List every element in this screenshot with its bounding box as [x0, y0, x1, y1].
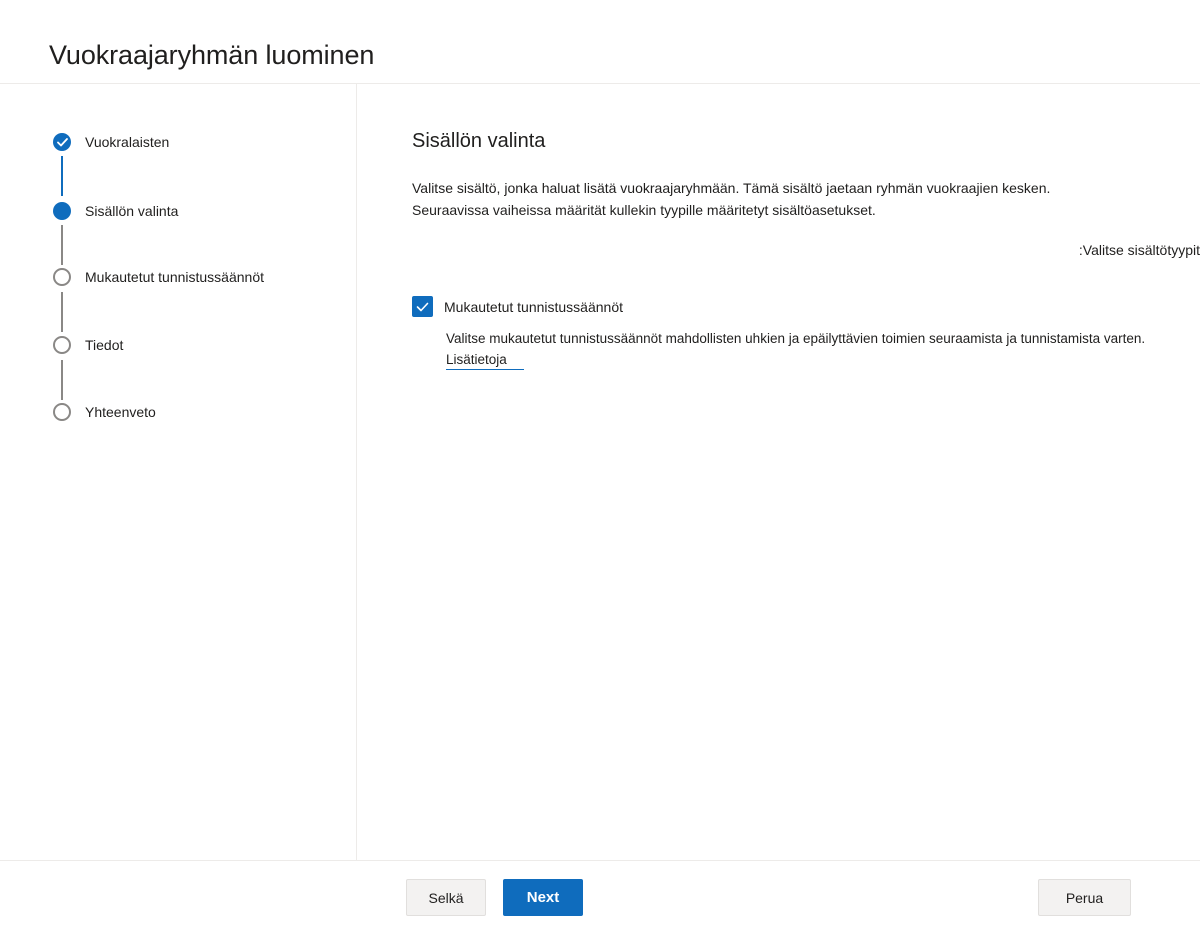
- step-pending-icon: [53, 336, 71, 354]
- option-description: Valitse mukautetut tunnistussäännöt mahd…: [446, 331, 1146, 346]
- step-current-icon: [53, 202, 71, 220]
- step-pending-icon: [53, 268, 71, 286]
- section-description: Valitse sisältö, jonka haluat lisätä vuo…: [412, 180, 1051, 218]
- step-label: Yhteenveto: [85, 404, 156, 420]
- step-label: Tiedot: [85, 337, 124, 353]
- cancel-button[interactable]: Perua: [1038, 879, 1131, 916]
- step-summary[interactable]: Yhteenveto: [53, 403, 156, 421]
- step-pending-icon: [53, 403, 71, 421]
- learn-more-link[interactable]: Lisätietoja: [446, 352, 524, 370]
- wizard-stepper: Vuokralaisten Sisällön valinta Mukautetu…: [0, 0, 356, 860]
- step-connector-2: [61, 225, 63, 265]
- left-panel-divider: [356, 84, 357, 860]
- checkmark-icon: [56, 137, 68, 146]
- custom-detection-rules-checkbox[interactable]: [412, 296, 433, 317]
- step-tenants[interactable]: Vuokralaisten: [53, 133, 169, 151]
- step-label: Mukautetut tunnistussäännöt: [85, 269, 265, 285]
- step-connector-3: [61, 292, 63, 332]
- checkbox-label: Mukautetut tunnistussäännöt: [444, 298, 624, 315]
- step-completed-icon: [53, 133, 71, 151]
- step-custom-detection-rules[interactable]: Mukautetut tunnistussäännöt: [53, 268, 264, 286]
- step-details[interactable]: Tiedot: [53, 336, 123, 354]
- checkmark-icon: [416, 302, 429, 311]
- back-button[interactable]: Selkä: [406, 879, 486, 916]
- step-connector-1: [61, 156, 63, 196]
- step-connector-4: [61, 360, 63, 400]
- footer-divider: [0, 860, 1200, 861]
- content-type-prompt: :Valitse sisältötyypit: [1078, 242, 1200, 258]
- next-button[interactable]: Next: [503, 879, 583, 916]
- step-content-selection[interactable]: Sisällön valinta: [53, 202, 178, 220]
- step-label: Sisällön valinta: [85, 203, 179, 219]
- custom-detection-rules-option[interactable]: Mukautetut tunnistussäännöt: [412, 296, 623, 317]
- step-label: Vuokralaisten: [85, 134, 170, 150]
- section-title: Sisällön valinta: [412, 130, 546, 152]
